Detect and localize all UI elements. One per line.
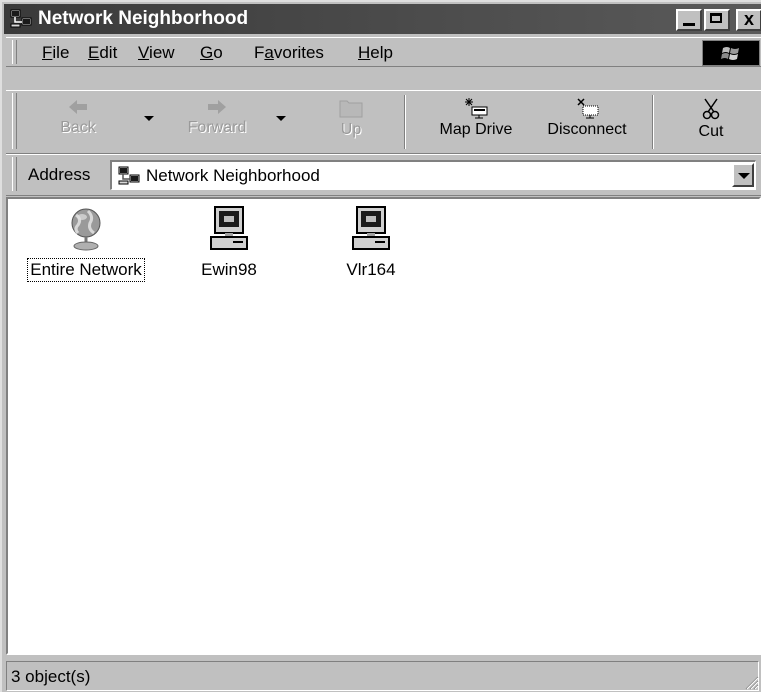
item-label: Entire Network <box>27 258 145 282</box>
title-bar[interactable]: Network Neighborhood x <box>4 4 761 34</box>
close-button[interactable]: x <box>736 9 761 31</box>
back-label: Back <box>60 119 96 136</box>
standard-toolbar: Back Forward Up Map Drive Disconnect Cut <box>6 90 761 154</box>
item-entire-network[interactable]: Entire Network <box>18 205 154 282</box>
network-neighborhood-icon <box>10 9 32 28</box>
windows-flag-icon <box>721 47 739 60</box>
map-drive-label: Map Drive <box>439 121 513 138</box>
up-button[interactable]: Up <box>328 93 374 151</box>
disconnect-icon <box>577 98 599 119</box>
item-label: Ewin98 <box>201 260 257 279</box>
item-ewin98[interactable]: Ewin98 <box>184 205 274 281</box>
toolbar-separator-2 <box>652 95 654 149</box>
menu-edit[interactable]: Edit <box>88 43 117 63</box>
explorer-window: Network Neighborhood x File Edit View Go… <box>0 0 761 692</box>
address-field[interactable]: Network Neighborhood <box>110 160 756 190</box>
windows-logo <box>702 40 760 66</box>
back-arrow-icon <box>69 100 87 114</box>
maximize-icon <box>710 13 722 23</box>
chevron-down-icon <box>738 173 750 179</box>
file-view[interactable]: Entire Network Ewin98 Vlr164 <box>6 197 761 655</box>
menu-go[interactable]: Go <box>200 43 223 63</box>
disconnect-button[interactable]: Disconnect <box>532 93 642 151</box>
up-label: Up <box>340 121 362 138</box>
toolbar-grip[interactable] <box>12 93 17 149</box>
forward-arrow-icon <box>208 100 226 114</box>
map-drive-button[interactable]: Map Drive <box>426 93 526 151</box>
address-dropdown-button[interactable] <box>732 163 754 187</box>
status-panel: 3 object(s) <box>6 661 759 691</box>
menu-file[interactable]: File <box>42 43 69 63</box>
resize-grip-icon[interactable] <box>743 674 759 690</box>
back-button[interactable]: Back <box>50 93 106 151</box>
computer-icon <box>352 206 390 250</box>
menu-view[interactable]: View <box>138 43 175 63</box>
cut-label: Cut <box>698 123 724 140</box>
scissors-icon <box>702 98 720 120</box>
menu-favorites[interactable]: Favorites <box>254 43 324 63</box>
maximize-button[interactable] <box>704 9 730 31</box>
close-icon: x <box>743 9 754 29</box>
item-label: Vlr164 <box>346 260 396 279</box>
address-value: Network Neighborhood <box>146 166 320 185</box>
item-vlr164[interactable]: Vlr164 <box>326 205 416 281</box>
back-dropdown-arrow[interactable] <box>144 116 154 121</box>
menu-bar-grip[interactable] <box>12 40 17 64</box>
globe-icon <box>71 208 101 251</box>
toolbar-separator <box>404 95 406 149</box>
cut-button[interactable]: Cut <box>686 93 736 151</box>
minimize-button[interactable] <box>676 9 702 31</box>
disconnect-label: Disconnect <box>547 121 627 138</box>
menu-bar: File Edit View Go Favorites Help <box>6 37 761 67</box>
minimize-icon <box>683 23 695 26</box>
address-bar: Address Network Neighborhood <box>6 154 761 196</box>
address-label: Address <box>28 165 91 184</box>
forward-label: Forward <box>187 119 247 136</box>
menu-help[interactable]: Help <box>358 43 393 63</box>
window-title: Network Neighborhood <box>38 8 249 29</box>
folder-up-icon <box>339 100 363 118</box>
status-bar: 3 object(s) <box>6 659 761 692</box>
network-neighborhood-icon <box>118 166 140 185</box>
forward-button[interactable]: Forward <box>176 93 258 151</box>
forward-dropdown-arrow[interactable] <box>276 116 286 121</box>
computer-icon <box>210 206 248 250</box>
status-text: 3 object(s) <box>11 667 91 686</box>
address-bar-grip[interactable] <box>12 157 17 191</box>
map-drive-icon <box>465 98 488 119</box>
